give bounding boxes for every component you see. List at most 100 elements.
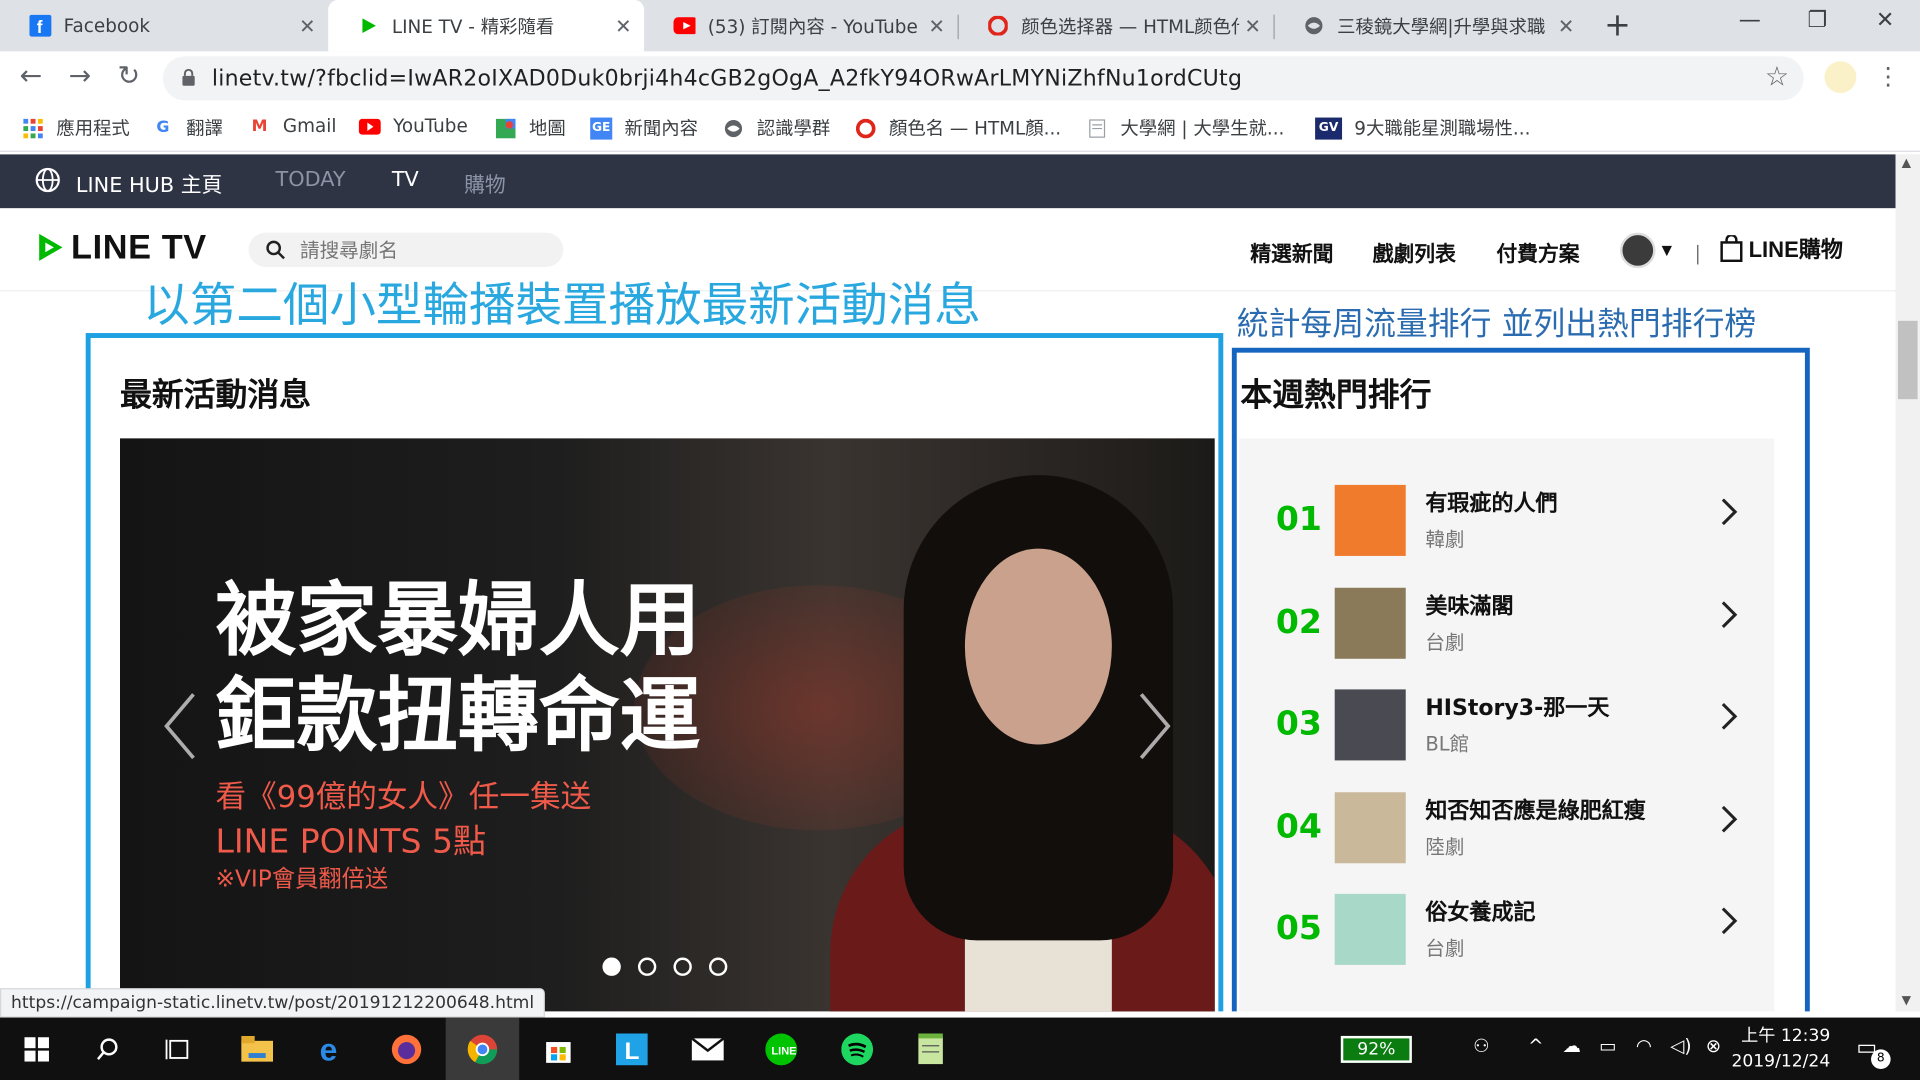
store-icon[interactable] (539, 1030, 578, 1069)
bookmark-translate[interactable]: G 翻譯 (152, 115, 223, 141)
nav-featured-news[interactable]: 精選新聞 (1250, 236, 1333, 266)
tab-facebook[interactable]: f Facebook ✕ (0, 0, 328, 51)
bookmark-apps[interactable]: 應用程式 (22, 115, 130, 141)
reload-button[interactable]: ↻ (118, 61, 141, 92)
ranking-item[interactable]: 04 知否知否應是綠肥紅瘦 陸劇 (1239, 786, 1774, 872)
banner-promo-line-3: ※VIP會員翻倍送 (215, 865, 389, 893)
action-center-icon[interactable]: ▭ 8 (1856, 1035, 1891, 1069)
bookmark-university[interactable]: 大學網 | 大學生就... (1086, 115, 1284, 141)
carousel-dot[interactable] (602, 957, 621, 976)
volume-icon[interactable]: ◁) (1670, 1035, 1691, 1057)
tab-color-picker[interactable]: 颜色选择器 — HTML颜色代 ✕ (958, 0, 1274, 51)
bookmark-youtube[interactable]: YouTube (358, 115, 468, 137)
scroll-up-arrow[interactable]: ▲ (1902, 157, 1911, 170)
nav-pricing[interactable]: 付費方案 (1496, 236, 1579, 266)
search-box[interactable] (248, 232, 564, 267)
clock[interactable]: 上午 12:39 2019/12/24 (1731, 1024, 1830, 1075)
mail-icon[interactable] (688, 1030, 727, 1069)
edge-icon[interactable]: e (313, 1030, 352, 1069)
line-app-icon[interactable]: LINE (762, 1030, 801, 1069)
minimize-button[interactable]: — (1739, 7, 1761, 33)
rank-number: 05 (1275, 909, 1322, 948)
firefox-icon[interactable] (387, 1030, 426, 1069)
menu-icon[interactable]: ⋮ (1876, 61, 1900, 90)
battery-icon[interactable]: ▭ (1599, 1035, 1616, 1057)
bookmark-gmail[interactable]: M Gmail (249, 115, 337, 137)
carousel-dot[interactable] (637, 957, 657, 976)
close-icon[interactable]: ✕ (1553, 14, 1580, 37)
bookmark-maps[interactable]: 地圖 (495, 115, 566, 141)
clock-date: 2019/12/24 (1731, 1051, 1831, 1072)
maps-icon (495, 117, 517, 139)
line-shopping-link[interactable]: LINE購物 (1719, 233, 1843, 265)
user-avatar[interactable] (1620, 232, 1656, 269)
ranking-item[interactable]: 03 HIStory3-那一天 BL館 (1239, 683, 1774, 769)
close-icon[interactable]: ✕ (294, 14, 321, 37)
chevron-right-icon[interactable] (1719, 700, 1739, 737)
windows-taskbar: e L LINE 92% ⚇ ^ ☁ ▭ ◠ ◁) ⊗ 上午 12:39 201… (0, 1017, 1920, 1080)
hub-today-link[interactable]: TODAY (276, 168, 346, 192)
bookmark-news[interactable]: GE 新聞內容 (590, 115, 698, 141)
play-logo-icon (39, 233, 63, 261)
chrome-icon[interactable] (463, 1030, 502, 1069)
scrollbar-thumb[interactable] (1897, 320, 1918, 400)
bookmark-groups[interactable]: 認識學群 (722, 115, 830, 141)
carousel-dot[interactable] (708, 957, 728, 976)
carousel-prev-button[interactable] (159, 689, 198, 777)
address-bar[interactable]: linetv.tw/?fbclid=IwAR2oIXAD0Duk0brji4h4… (162, 56, 1804, 101)
ranking-item[interactable]: 02 美味滿閣 台劇 (1239, 581, 1774, 667)
chevron-down-icon[interactable]: ▼ (1662, 242, 1672, 258)
ranking-item[interactable]: 05 俗女養成記 台劇 (1239, 888, 1774, 974)
news-section-title: 最新活動消息 (120, 377, 312, 414)
hub-home-link[interactable]: LINE HUB 主頁 (76, 168, 222, 198)
carousel-dot[interactable] (673, 957, 692, 976)
bookmark-star-icon[interactable]: ☆ (1765, 62, 1789, 93)
profile-avatar[interactable] (1824, 61, 1857, 94)
people-icon[interactable]: ⚇ (1473, 1035, 1489, 1057)
page-scrollbar[interactable]: ▲ ▼ (1895, 154, 1920, 1012)
nav-drama-list[interactable]: 戲劇列表 (1373, 236, 1456, 266)
restore-button[interactable]: ❐ (1807, 7, 1827, 33)
back-button[interactable]: ← (20, 61, 43, 92)
search-icon[interactable] (88, 1030, 127, 1069)
bookmark-color-names[interactable]: 顏色名 — HTML顏... (855, 115, 1061, 141)
scroll-down-arrow[interactable]: ▼ (1902, 994, 1911, 1007)
tab-line-tv[interactable]: LINE TV - 精彩隨看 ✕ (328, 0, 645, 52)
line-tv-logo[interactable]: LINE TV (37, 228, 207, 267)
hub-tv-link[interactable]: TV (392, 168, 419, 192)
chevron-right-icon[interactable] (1719, 598, 1739, 635)
close-icon[interactable]: ✕ (1239, 14, 1266, 37)
tab-youtube[interactable]: (53) 訂閱內容 - YouTube ✕ (644, 0, 957, 51)
tab-title: LINE TV - 精彩隨看 (391, 15, 555, 38)
ranking-item[interactable]: 01 有瑕疵的人們 韓劇 (1239, 479, 1774, 565)
show-genre: 台劇 (1425, 936, 1465, 961)
carousel-next-button[interactable] (1136, 689, 1175, 777)
chevron-up-icon[interactable]: ^ (1528, 1035, 1543, 1057)
windows-start-icon[interactable] (17, 1030, 56, 1069)
onedrive-icon[interactable]: ☁ (1562, 1035, 1580, 1057)
chevron-right-icon[interactable] (1719, 803, 1739, 840)
hub-shopping-link[interactable]: 購物 (464, 168, 506, 198)
banner-headline: 被家暴婦人用 鉅款扭轉命運 (216, 573, 701, 764)
forward-button[interactable]: → (69, 61, 92, 92)
close-icon[interactable]: ✕ (923, 14, 950, 37)
globe-icon (34, 167, 61, 200)
wifi-icon[interactable]: ◠ (1636, 1035, 1652, 1057)
l-app-icon[interactable]: L (612, 1030, 651, 1069)
file-explorer-icon[interactable] (238, 1030, 277, 1069)
bookmark-career[interactable]: GV 9大職能星測職場性... (1315, 115, 1530, 141)
task-view-icon[interactable] (159, 1030, 198, 1069)
new-tab-button[interactable]: + (1604, 7, 1631, 44)
banner-figure-face (964, 548, 1112, 745)
battery-indicator[interactable]: 92% (1340, 1035, 1412, 1063)
news-carousel[interactable]: 被家暴婦人用 鉅款扭轉命運 看《99億的女人》任一集送 LINE POINTS … (120, 438, 1215, 1012)
notepad-icon[interactable] (911, 1030, 950, 1069)
input-method-icon[interactable]: ⊗ (1706, 1035, 1721, 1057)
chevron-right-icon[interactable] (1719, 496, 1739, 533)
tab-university[interactable]: 三稜鏡大學網|升學與求職 ✕ (1273, 0, 1586, 51)
search-input[interactable] (300, 235, 545, 265)
chevron-right-icon[interactable] (1719, 905, 1739, 942)
close-icon[interactable]: ✕ (610, 14, 637, 37)
spotify-icon[interactable] (838, 1030, 877, 1069)
close-window-button[interactable]: ✕ (1876, 7, 1894, 33)
